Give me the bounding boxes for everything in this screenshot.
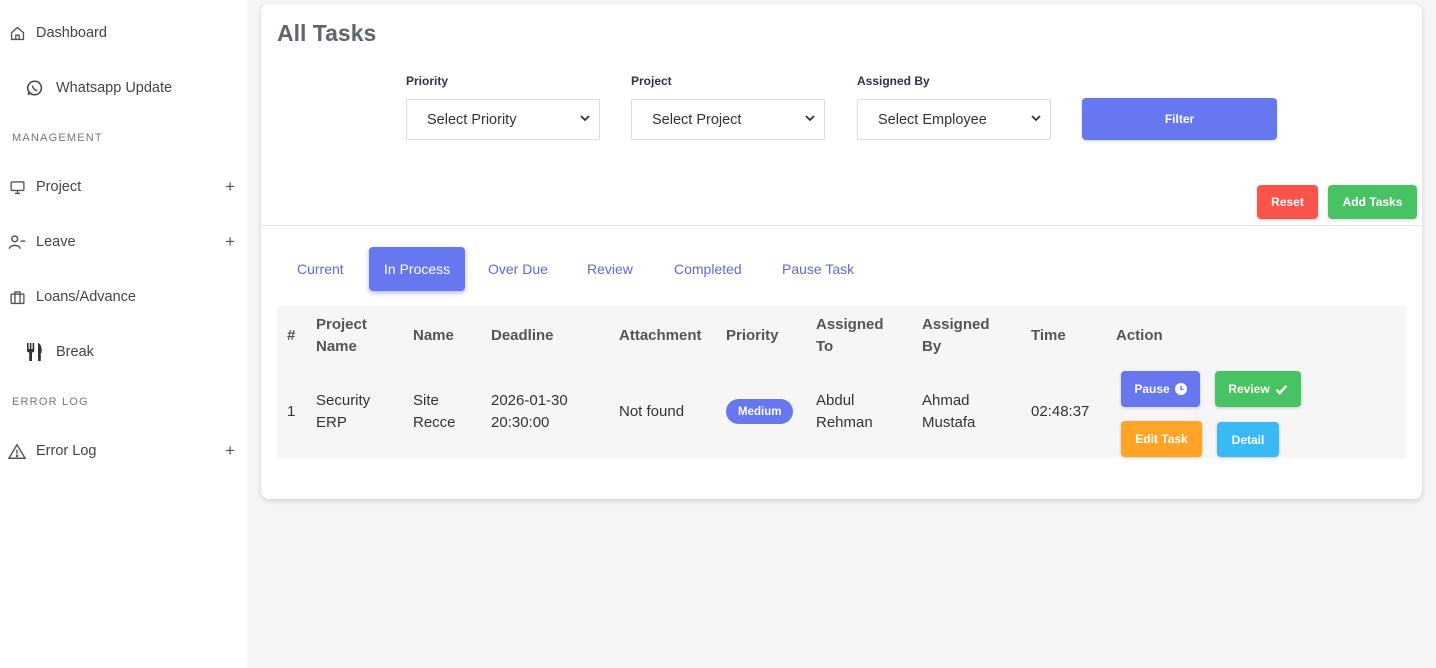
sidebar-item-label: Project xyxy=(36,179,82,195)
warning-icon xyxy=(8,442,26,460)
col-header-assigned-by: Assigned By xyxy=(922,316,990,355)
table-row: 1 Security ERP Site Recce 2026-01-30 20:30:… xyxy=(277,366,1406,458)
check-icon xyxy=(1275,384,1288,395)
chevron-down-icon xyxy=(805,115,815,122)
sidebar-item-loans-advance[interactable]: Loans/Advance xyxy=(0,282,247,312)
add-tasks-button[interactable]: Add Tasks xyxy=(1328,185,1417,219)
cell-num: 1 xyxy=(287,403,296,420)
whatsapp-icon xyxy=(26,79,44,97)
tab-pause-task[interactable]: Pause Task xyxy=(782,247,854,291)
utensils-icon xyxy=(26,343,44,361)
assigned-by-select-value: Select Employee xyxy=(878,111,987,128)
chevron-down-icon xyxy=(580,115,590,122)
col-header-attachment: Attachment xyxy=(619,327,702,344)
pause-button[interactable]: Pause xyxy=(1121,371,1200,407)
col-header-time: Time xyxy=(1031,327,1066,344)
tab-completed[interactable]: Completed xyxy=(674,247,742,291)
col-header-deadline: Deadline xyxy=(491,327,554,344)
sidebar-item-label: Whatsapp Update xyxy=(56,80,173,96)
detail-button[interactable]: Detail xyxy=(1217,422,1279,457)
priority-filter-label: Priority xyxy=(406,74,449,88)
clock-icon xyxy=(1174,383,1187,395)
edit-task-button[interactable]: Edit Task xyxy=(1121,421,1202,457)
cell-assigned-to: Abdul Rehman xyxy=(816,392,873,431)
tab-review[interactable]: Review xyxy=(587,247,633,291)
cell-deadline: 2026-01-30 20:30:00 xyxy=(491,392,568,431)
filter-button[interactable]: Filter xyxy=(1082,98,1277,140)
section-label-error-log: ERROR LOG xyxy=(12,396,89,408)
priority-badge: Medium xyxy=(726,399,794,424)
monitor-icon xyxy=(8,178,26,196)
project-select[interactable]: Select Project xyxy=(631,99,825,140)
briefcase-icon xyxy=(8,288,26,306)
sidebar-item-project[interactable]: Project + xyxy=(0,172,247,202)
col-header-name: Name xyxy=(413,327,454,344)
sidebar-item-leave[interactable]: Leave + xyxy=(0,227,247,257)
cell-project-name: Security ERP xyxy=(316,392,371,431)
sidebar-item-dashboard[interactable]: Dashboard xyxy=(0,18,247,48)
sidebar-item-label: Loans/Advance xyxy=(36,289,136,305)
expand-plus-icon[interactable]: + xyxy=(225,232,235,252)
tasks-card: All Tasks Priority Select Priority Proje… xyxy=(261,4,1422,499)
section-label-management: MANAGEMENT xyxy=(12,132,103,144)
page-title: All Tasks xyxy=(277,20,377,46)
sidebar-item-label: Leave xyxy=(36,234,76,250)
tab-over-due[interactable]: Over Due xyxy=(488,247,548,291)
user-minus-icon xyxy=(8,233,26,251)
expand-plus-icon[interactable]: + xyxy=(225,177,235,197)
col-header-num: # xyxy=(287,327,296,344)
col-header-assigned-to: Assigned To xyxy=(816,316,884,355)
cell-name: Site Recce xyxy=(413,392,456,431)
chevron-down-icon xyxy=(1031,115,1041,122)
col-header-action: Action xyxy=(1116,327,1163,344)
col-header-priority: Priority xyxy=(726,327,779,344)
sidebar-item-break[interactable]: Break xyxy=(0,337,247,367)
cell-time: 02:48:37 xyxy=(1031,403,1090,420)
reset-button[interactable]: Reset xyxy=(1257,185,1318,219)
project-select-value: Select Project xyxy=(652,111,742,128)
sidebar-item-whatsapp-update[interactable]: Whatsapp Update xyxy=(0,73,247,103)
cell-attachment: Not found xyxy=(619,403,685,420)
review-button[interactable]: Review xyxy=(1215,371,1301,407)
table-header: # Project Name Name Deadline Attachment P… xyxy=(277,306,1406,366)
col-header-project-name: Project Name xyxy=(316,316,367,355)
sidebar-item-error-log[interactable]: Error Log + xyxy=(0,436,247,466)
project-filter-label: Project xyxy=(631,74,672,88)
tab-current[interactable]: Current xyxy=(297,247,344,291)
cell-assigned-by: Ahmad Mustafa xyxy=(922,392,976,431)
expand-plus-icon[interactable]: + xyxy=(225,441,235,461)
assigned-by-filter-label: Assigned By xyxy=(857,74,930,88)
home-icon xyxy=(8,24,26,42)
sidebar-item-label: Break xyxy=(56,344,94,360)
sidebar: Dashboard Whatsapp Update MANAGEMENT Pro… xyxy=(0,0,247,668)
priority-select[interactable]: Select Priority xyxy=(406,99,600,140)
priority-select-value: Select Priority xyxy=(427,111,517,128)
sidebar-item-label: Error Log xyxy=(36,443,97,459)
tab-in-process[interactable]: In Process xyxy=(369,247,466,291)
divider xyxy=(261,225,1422,226)
assigned-by-select[interactable]: Select Employee xyxy=(857,99,1051,140)
sidebar-item-label: Dashboard xyxy=(36,25,107,41)
